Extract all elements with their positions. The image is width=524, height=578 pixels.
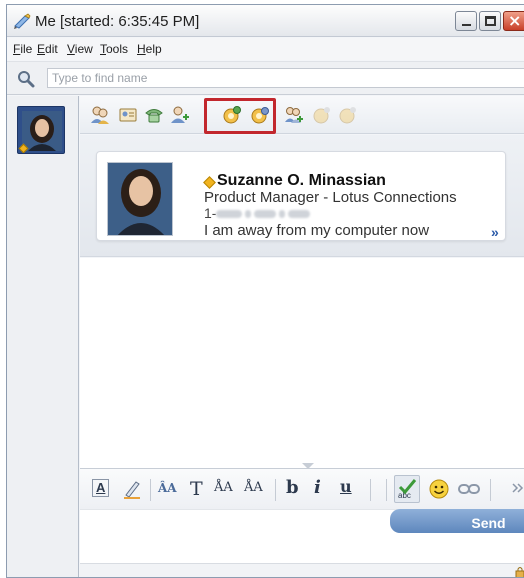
participants-rail [7, 96, 79, 577]
phone-redacted [279, 210, 286, 219]
toolbar-separator [386, 479, 387, 501]
phone-icon[interactable] [144, 105, 164, 125]
chat-window: Me [started: 6:35:45 PM] × File Edit Vie… [6, 4, 524, 578]
send-button[interactable]: Send [390, 509, 524, 533]
lock-icon [515, 567, 524, 577]
away-status-icon [203, 176, 216, 189]
add-group-icon[interactable] [284, 105, 304, 125]
contact-name: Suzanne O. Minassian [217, 172, 386, 189]
phone-redacted [288, 210, 311, 219]
business-card-area: Suzanne O. Minassian Product Manager - L… [80, 135, 524, 257]
spell-check-button[interactable]: abc [394, 475, 420, 503]
close-icon: × [508, 11, 522, 30]
disabled-tool-2-icon [339, 107, 356, 124]
minimize-button[interactable] [455, 11, 477, 31]
minimize-icon [462, 24, 471, 26]
disabled-tool-icon [313, 107, 330, 124]
title-bar[interactable]: Me [started: 6:35:45 PM] × [7, 5, 524, 37]
contact-status-message: I am away from my computer now [204, 222, 430, 239]
search-icon [18, 71, 35, 88]
link-icon[interactable] [458, 481, 480, 497]
menu-view[interactable]: View [67, 42, 93, 56]
menu-file[interactable]: File [13, 42, 32, 56]
phone-prefix: 1- [204, 205, 217, 221]
toolbar-separator [490, 479, 491, 501]
underline-button[interactable]: u [340, 477, 352, 501]
find-name-bar [7, 61, 524, 95]
overflow-chevron-icon[interactable] [512, 483, 524, 493]
menu-edit[interactable]: Edit [37, 42, 58, 56]
bold-button[interactable]: b [286, 477, 299, 501]
maximize-button[interactable] [479, 11, 501, 31]
chat-transcript[interactable] [80, 258, 524, 468]
menu-bar: File Edit View Tools Help [7, 38, 524, 60]
business-card: Suzanne O. Minassian Product Manager - L… [96, 151, 506, 241]
phone-redacted [216, 210, 243, 219]
find-name-input[interactable] [47, 68, 524, 88]
emoticon-icon[interactable] [428, 478, 450, 500]
text-size-button[interactable]: T [190, 478, 203, 502]
highlight-box [204, 98, 276, 134]
maximize-icon [485, 16, 496, 26]
phone-redacted [245, 210, 252, 219]
toolbar-separator [150, 479, 151, 501]
toolbar-separator [275, 479, 276, 501]
participant-avatar[interactable] [17, 106, 65, 154]
more-info-link[interactable]: » [491, 224, 499, 240]
action-toolbar [80, 96, 524, 134]
chat-app-icon [14, 13, 31, 29]
font-button[interactable]: ÂA [158, 481, 177, 505]
spell-check-icon: abc [398, 479, 417, 500]
toolbar-separator [370, 479, 371, 501]
add-contact-icon[interactable] [90, 105, 110, 125]
close-button[interactable]: × [503, 11, 524, 31]
font-color-button[interactable]: A [92, 479, 110, 497]
phone-redacted [254, 210, 277, 219]
menu-help[interactable]: Help [137, 42, 162, 56]
business-card-icon[interactable] [118, 105, 138, 125]
add-person-icon[interactable] [170, 105, 190, 125]
person-photo-icon [22, 111, 62, 151]
grow-font-button[interactable]: ÅA [214, 480, 233, 504]
contact-phone: 1- [204, 205, 334, 221]
contact-job-title: Product Manager - Lotus Connections [204, 189, 457, 206]
highlighter-icon[interactable] [122, 479, 142, 499]
shrink-font-button[interactable]: ÅA [244, 480, 263, 504]
italic-button[interactable]: i [314, 477, 321, 501]
menu-tools[interactable]: Tools [100, 42, 128, 56]
window-title: Me [started: 6:35:45 PM] [35, 13, 200, 30]
status-bar [80, 563, 524, 577]
contact-photo [107, 162, 173, 236]
person-photo-icon [108, 163, 172, 235]
formatting-toolbar: A ÂA T ÅA ÅA b i u abc [80, 469, 524, 509]
